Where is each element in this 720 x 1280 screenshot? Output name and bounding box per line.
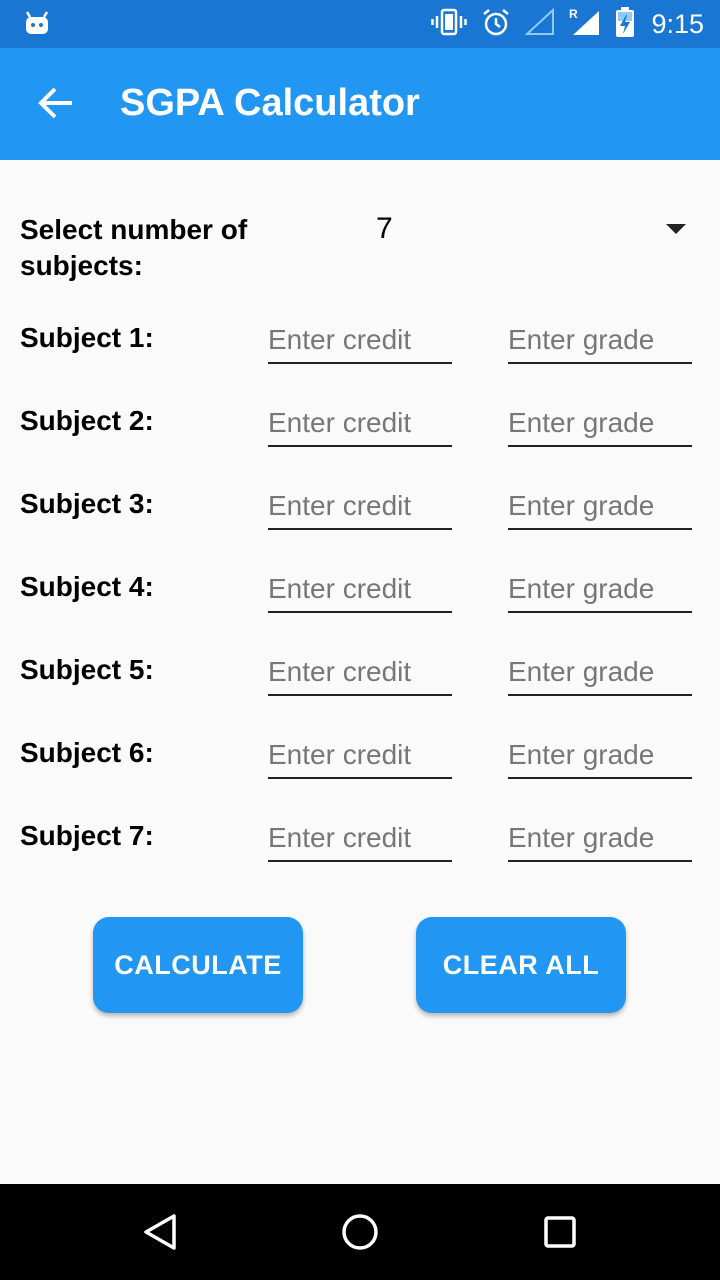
credit-input-5[interactable] [268, 652, 452, 692]
battery-charging-icon [615, 6, 635, 43]
recents-square-icon[interactable] [536, 1208, 584, 1256]
credit-input-4[interactable] [268, 569, 452, 609]
credit-field-wrapper [268, 403, 452, 447]
dropdown-arrow-icon [666, 224, 686, 234]
credit-input-3[interactable] [268, 486, 452, 526]
grade-field-wrapper [508, 569, 692, 613]
subject-row-3: Subject 3: [0, 486, 720, 546]
subject-label: Subject 6: [20, 737, 154, 768]
back-button[interactable] [26, 78, 86, 132]
grade-input-6[interactable] [508, 735, 692, 775]
status-time: 9:15 [651, 8, 704, 39]
subject-label: Subject 2: [20, 405, 154, 436]
grade-field-wrapper [508, 320, 692, 364]
credit-field-wrapper [268, 818, 452, 862]
grade-input-4[interactable] [508, 569, 692, 609]
credit-field-wrapper [268, 320, 452, 364]
app-bar: SGPA Calculator [0, 48, 720, 160]
android-debug-icon [24, 10, 50, 41]
system-nav-bar [0, 1184, 720, 1280]
wifi-off-icon [524, 7, 555, 41]
subject-count-value: 7 [376, 212, 393, 245]
page-title: SGPA Calculator [120, 82, 420, 124]
calculate-button[interactable]: CALCULATE [93, 917, 303, 1013]
credit-input-7[interactable] [268, 818, 452, 858]
grade-input-1[interactable] [508, 320, 692, 360]
subject-label: Subject 4: [20, 571, 154, 602]
subject-row-5: Subject 5: [0, 652, 720, 712]
arrow-back-icon [38, 86, 74, 125]
clear-all-button[interactable]: CLEAR ALL [416, 917, 626, 1013]
status-icons: R 9:15 [431, 0, 704, 48]
credit-input-6[interactable] [268, 735, 452, 775]
subject-row-2: Subject 2: [0, 403, 720, 463]
main-content: Select number of subjects: 7 Subject 1: … [0, 160, 720, 1184]
credit-field-wrapper [268, 735, 452, 779]
grade-field-wrapper [508, 403, 692, 447]
subject-row-4: Subject 4: [0, 569, 720, 629]
vibrate-icon [431, 8, 468, 41]
grade-field-wrapper [508, 652, 692, 696]
credit-input-2[interactable] [268, 403, 452, 443]
grade-field-wrapper [508, 486, 692, 530]
subject-label: Subject 5: [20, 654, 154, 685]
grade-input-7[interactable] [508, 818, 692, 858]
credit-field-wrapper [268, 486, 452, 530]
grade-input-2[interactable] [508, 403, 692, 443]
subject-count-dropdown[interactable]: 7 [360, 206, 700, 254]
home-circle-icon[interactable] [336, 1208, 384, 1256]
credit-input-1[interactable] [268, 320, 452, 360]
subject-row-1: Subject 1: [0, 320, 720, 380]
grade-input-3[interactable] [508, 486, 692, 526]
alarm-icon [481, 7, 511, 42]
grade-input-5[interactable] [508, 652, 692, 692]
signal-roaming-icon: R [569, 7, 601, 42]
credit-field-wrapper [268, 652, 452, 696]
status-bar: R 9:15 [0, 0, 720, 48]
subject-label: Subject 1: [20, 322, 154, 353]
grade-field-wrapper [508, 735, 692, 779]
subject-label: Subject 3: [20, 488, 154, 519]
subject-count-label: Select number of subjects: [20, 214, 248, 281]
credit-field-wrapper [268, 569, 452, 613]
subject-label: Subject 7: [20, 820, 154, 851]
grade-field-wrapper [508, 818, 692, 862]
subject-row-7: Subject 7: [0, 818, 720, 878]
svg-text:R: R [569, 7, 578, 21]
subject-row-6: Subject 6: [0, 735, 720, 795]
back-triangle-icon[interactable] [136, 1208, 184, 1256]
